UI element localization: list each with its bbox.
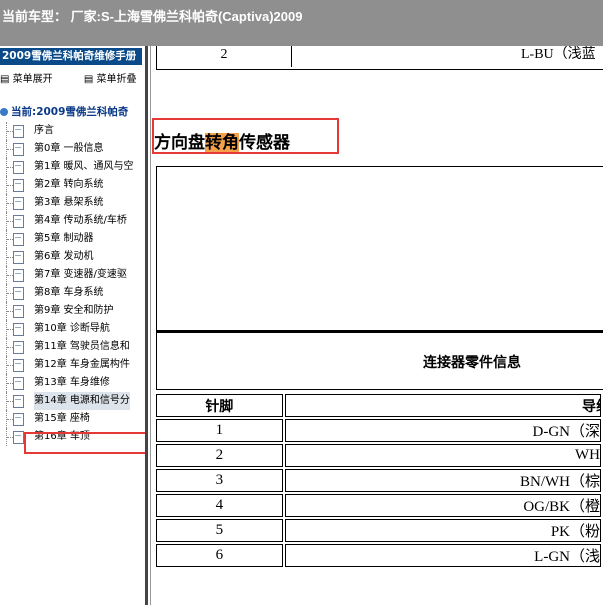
previous-table-row: 2 L-BU（浅蓝 <box>156 46 603 70</box>
connector-info-header: 连接器零件信息 <box>156 331 603 390</box>
table-header-row: 针脚 导线 <box>156 394 601 417</box>
sidebar: 2009雪佛兰科帕奇维修手册 ▤ 菜单展开 ▤ 菜单折叠 当前:2009雪佛兰科… <box>0 46 145 605</box>
connector-image-frame <box>156 166 603 333</box>
table-row: 6 L-GN（浅 <box>156 544 601 567</box>
table-row: 4 OG/BK（橙 <box>156 494 601 517</box>
title-bar: 当前车型： 厂家:S-上海雪佛兰科帕奇(Captiva)2009 <box>0 0 603 46</box>
document-icon <box>13 341 24 354</box>
tree-root[interactable]: 当前:2009雪佛兰科帕奇 <box>0 104 128 119</box>
document-icon <box>13 395 24 408</box>
document-icon <box>13 377 24 390</box>
tree-item-ch1[interactable]: 第1章 暖风、通风与空 <box>0 158 145 176</box>
tree-item-ch0[interactable]: 第0章 一般信息 <box>0 140 145 158</box>
window-title: 当前车型： 厂家:S-上海雪佛兰科帕奇(Captiva)2009 <box>2 9 303 24</box>
table-row: 3 BN/WH（棕 <box>156 469 601 492</box>
tree-item-ch14[interactable]: 第14章 电源和信号分 <box>0 392 145 410</box>
connector-info-title: 连接器零件信息 <box>423 355 521 371</box>
previous-wire-cell: L-BU（浅蓝 <box>521 47 596 62</box>
previous-pin-cell: 2 <box>157 46 292 67</box>
document-icon <box>13 413 24 426</box>
pin-cell: 4 <box>156 494 283 517</box>
pin-cell: 1 <box>156 419 283 442</box>
tree-item-ch2[interactable]: 第2章 转向系统 <box>0 176 145 194</box>
tree-item-ch11[interactable]: 第11章 驾驶员信息和 <box>0 338 145 356</box>
wire-cell: WH <box>284 444 601 467</box>
expand-menu-button[interactable]: ▤ 菜单展开 <box>0 74 67 85</box>
document-icon <box>13 431 24 444</box>
table-row: 5 PK（粉 <box>156 519 601 542</box>
content-pane: 2 L-BU（浅蓝 方向盘转角传感器 连接器零件信息 针脚 导线 1 D-GN（… <box>151 46 603 605</box>
tree-item-ch15[interactable]: 第15章 座椅 <box>0 410 145 428</box>
tree-item-preface[interactable]: 序言 <box>0 122 145 140</box>
pane-splitter[interactable] <box>145 46 148 605</box>
tree-item-ch5[interactable]: 第5章 制动器 <box>0 230 145 248</box>
tree-item-ch10[interactable]: 第10章 诊断导航 <box>0 320 145 338</box>
tree-item-ch9[interactable]: 第9章 安全和防护 <box>0 302 145 320</box>
tree-item-ch13[interactable]: 第13章 车身维修 <box>0 374 145 392</box>
document-icon <box>13 251 24 264</box>
tree-item-ch7[interactable]: 第7章 变速器/变速驱 <box>0 266 145 284</box>
tree-item-ch6[interactable]: 第6章 发动机 <box>0 248 145 266</box>
connector-image-placeholder <box>157 167 603 331</box>
document-icon <box>13 125 24 138</box>
wire-cell: L-GN（浅 <box>284 544 601 567</box>
document-icon <box>13 323 24 336</box>
tree-item-ch4[interactable]: 第4章 传动系统/车桥 <box>0 212 145 230</box>
pin-cell: 3 <box>156 469 283 492</box>
document-icon <box>13 305 24 318</box>
document-icon <box>13 215 24 228</box>
tree-item-ch8[interactable]: 第8章 车身系统 <box>0 284 145 302</box>
chapter-tree: 序言 第0章 一般信息 第1章 暖风、通风与空 第2章 转向系统 第3章 悬架系… <box>0 122 145 446</box>
pin-cell: 2 <box>156 444 283 467</box>
pin-cell: 6 <box>156 544 283 567</box>
car-icon <box>0 108 8 116</box>
tree-item-ch3[interactable]: 第3章 悬架系统 <box>0 194 145 212</box>
document-icon <box>13 287 24 300</box>
pin-header: 针脚 <box>156 394 283 417</box>
pin-cell: 5 <box>156 519 283 542</box>
table-row: 1 D-GN（深 <box>156 419 601 442</box>
highlight-box-title <box>152 118 339 154</box>
wire-cell: OG/BK（橙 <box>284 494 601 517</box>
wire-header: 导线 <box>284 394 601 417</box>
document-icon <box>13 179 24 192</box>
table-row: 2 WH <box>156 444 601 467</box>
pin-table: 针脚 导线 1 D-GN（深 2 WH 3 BN/WH（棕 4 OG/BK（橙 … <box>154 392 603 569</box>
document-icon <box>13 269 24 282</box>
document-icon <box>13 233 24 246</box>
document-icon <box>13 143 24 156</box>
wire-cell: BN/WH（棕 <box>284 469 601 492</box>
highlight-box-sidebar <box>24 432 145 454</box>
document-icon <box>13 161 24 174</box>
collapse-menu-button[interactable]: ▤ 菜单折叠 <box>84 74 145 85</box>
sidebar-header: 2009雪佛兰科帕奇维修手册 <box>0 48 142 65</box>
sidebar-toolbar: ▤ 菜单展开 ▤ 菜单折叠 <box>0 70 145 85</box>
tree-item-ch12[interactable]: 第12章 车身金属构件 <box>0 356 145 374</box>
document-icon <box>13 197 24 210</box>
wire-cell: PK（粉 <box>284 519 601 542</box>
document-icon <box>13 359 24 372</box>
wire-cell: D-GN（深 <box>284 419 601 442</box>
